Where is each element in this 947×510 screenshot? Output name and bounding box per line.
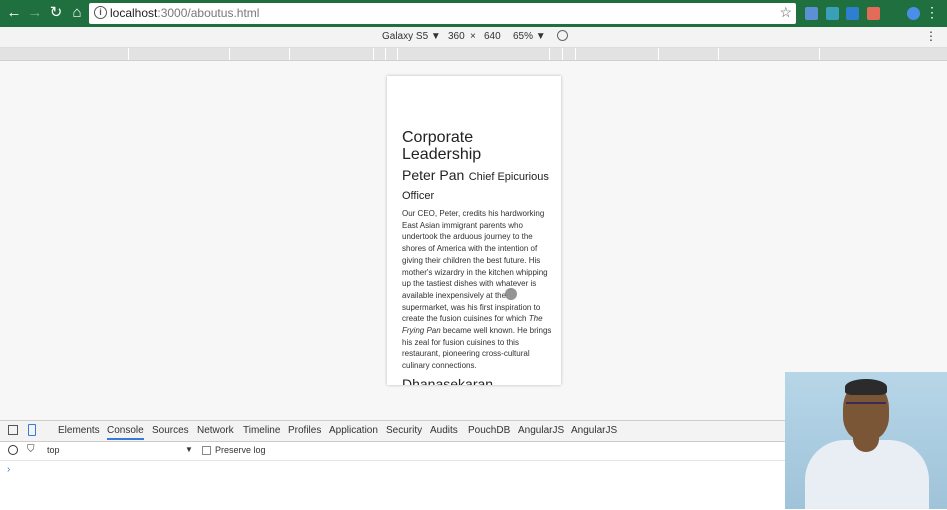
url-path: :3000/aboutus.html — [157, 6, 260, 20]
back-icon[interactable]: ← — [5, 4, 23, 22]
chevron-down-icon: ▼ — [430, 31, 441, 42]
more-options-icon[interactable]: ⋮ — [925, 29, 937, 43]
preserve-log-label: Preserve log — [215, 445, 266, 455]
tab-profiles[interactable]: Profiles — [288, 425, 321, 436]
context-select[interactable]: top — [47, 445, 60, 455]
chevron-down-icon: ▼ — [535, 31, 546, 42]
extension-icon[interactable] — [867, 7, 880, 20]
touch-cursor-icon — [505, 288, 517, 300]
address-bar[interactable]: i localhost:3000/aboutus.html ☆ — [89, 3, 796, 24]
tab-timeline[interactable]: Timeline — [243, 425, 280, 436]
zoom-level: 65% — [513, 31, 534, 42]
tab-angularjs[interactable]: AngularJS — [518, 425, 564, 436]
media-query-ruler[interactable] — [0, 48, 947, 61]
person-name: Peter Pan — [402, 167, 465, 183]
presenter-webcam — [785, 372, 947, 509]
bio-text: Our CEO, Peter, credits his hardworking … — [402, 209, 548, 324]
section-heading: Corporate Leadership — [402, 129, 482, 163]
tab-network[interactable]: Network — [197, 425, 234, 436]
extension-icon[interactable] — [805, 7, 818, 20]
home-icon[interactable]: ⌂ — [68, 4, 86, 22]
person-name-2: Dhanasekaran — [402, 375, 494, 385]
filter-icon[interactable]: ⛉ — [27, 444, 35, 455]
emulated-viewport: Corporate Leadership Peter Pan Chief Epi… — [0, 61, 947, 420]
inspect-element-icon[interactable] — [8, 425, 18, 435]
tab-application[interactable]: Application — [329, 425, 378, 436]
tab-sources[interactable]: Sources — [152, 425, 189, 436]
extension-icon[interactable] — [907, 7, 920, 20]
device-select[interactable]: Galaxy S5 ▼ — [382, 31, 441, 42]
preserve-log-checkbox[interactable] — [202, 446, 211, 455]
tab-audits[interactable]: Audits — [430, 425, 458, 436]
browser-toolbar: ← → ↻ ⌂ i localhost:3000/aboutus.html ☆ … — [0, 0, 947, 27]
person-bio: Our CEO, Peter, credits his hardworking … — [402, 208, 552, 372]
device-toolbar: Galaxy S5 ▼ 360 × 640 65% ▼ ⋮ — [0, 27, 947, 48]
reload-icon[interactable]: ↻ — [47, 4, 65, 22]
rotate-icon[interactable] — [557, 30, 568, 41]
bookmark-star-icon[interactable]: ☆ — [779, 4, 792, 21]
browser-menu-icon[interactable]: ⋮ — [925, 4, 939, 21]
tab-security[interactable]: Security — [386, 425, 422, 436]
tab-elements[interactable]: Elements — [58, 425, 100, 436]
tab-angularjs-2[interactable]: AngularJS — [571, 425, 617, 436]
device-screen[interactable]: Corporate Leadership Peter Pan Chief Epi… — [387, 76, 561, 385]
person-heading: Peter Pan Chief Epicurious Officer — [402, 167, 552, 205]
dimension-separator: × — [470, 31, 476, 42]
forward-icon[interactable]: → — [26, 4, 44, 22]
extension-icon[interactable] — [826, 7, 839, 20]
tab-console[interactable]: Console — [107, 425, 144, 440]
url-host: localhost — [110, 6, 158, 20]
extension-icon[interactable] — [846, 7, 859, 20]
clear-console-icon[interactable] — [8, 445, 18, 455]
url-text: localhost:3000/aboutus.html — [110, 6, 259, 20]
presenter-glasses — [846, 402, 886, 412]
info-icon[interactable]: i — [94, 6, 107, 19]
tab-pouchdb[interactable]: PouchDB — [468, 425, 510, 436]
viewport-height[interactable]: 640 — [484, 31, 501, 42]
viewport-width[interactable]: 360 — [448, 31, 465, 42]
device-mode-icon[interactable] — [28, 424, 36, 436]
device-name: Galaxy S5 — [382, 31, 429, 42]
zoom-select[interactable]: 65% ▼ — [513, 31, 546, 42]
console-prompt[interactable]: › — [7, 464, 10, 475]
page-content: Corporate Leadership Peter Pan Chief Epi… — [402, 129, 552, 385]
presenter-hair — [845, 379, 887, 395]
chevron-down-icon[interactable]: ▼ — [185, 445, 193, 454]
